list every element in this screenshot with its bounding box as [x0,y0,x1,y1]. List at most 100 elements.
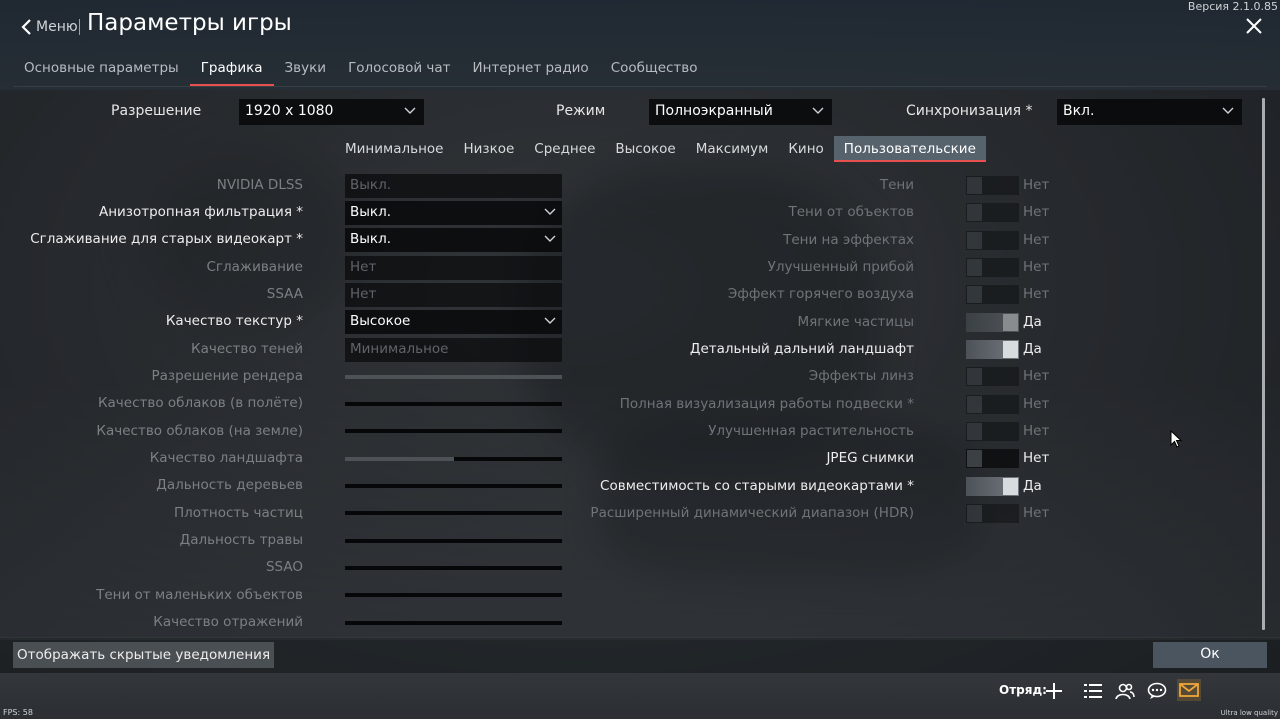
tab-general[interactable]: Основные параметры [13,56,190,86]
ssaa-field: Нет [345,283,562,307]
dlss-label: NVIDIA DLSS [216,177,303,193]
toggle-value: Нет [1023,450,1050,466]
toggle-knob [967,286,982,303]
chevron-down-icon [1222,107,1234,114]
toggle-knob [1003,341,1018,358]
toggle-value: Нет [1023,505,1050,521]
tab-internet-radio[interactable]: Интернет радио [462,56,600,86]
toggle-label: Детальный дальний ландшафт [689,341,914,357]
tab-graphics[interactable]: Графика [189,56,274,86]
toggle-switch [966,231,1019,250]
resolution-select[interactable]: 1920 x 1080 [239,99,424,125]
preset-max[interactable]: Максимум [686,136,779,162]
toggle-value: Нет [1023,368,1050,384]
preset-low[interactable]: Низкое [453,136,524,162]
toggle-value: Нет [1023,396,1050,412]
toggle-label: Полная визуализация работы подвески * [619,396,914,412]
version-label: Версия 2.1.0.85 [1187,0,1278,13]
particles-label: Плотность частиц [173,505,303,521]
preset-custom[interactable]: Пользовательские [833,136,986,162]
scrollbar[interactable] [1262,98,1265,630]
toggle-label: Мягкие частицы [797,314,914,330]
preset-movie[interactable]: Кино [778,136,833,162]
toggle-switch [966,258,1019,277]
ssao-label: SSAO [265,559,303,575]
toggle-value: Да [1023,341,1042,357]
chevron-down-icon [544,317,556,324]
toggle-label: Тени [879,177,914,193]
preset-minimal[interactable]: Минимальное [335,136,453,162]
reflections-label: Качество отражений [153,614,303,630]
toggle-label: Тени на эффектах [783,232,914,248]
clouds-air-label: Качество облаков (в полёте) [97,395,303,411]
mail-icon [1179,683,1199,697]
toggle-label: JPEG снимки [826,450,914,466]
trees-slider [345,484,562,488]
aniso-value: Выкл. [350,204,391,220]
aniso-select[interactable]: Выкл. [345,201,562,225]
aa-value: Нет [350,259,377,275]
mail-button[interactable] [1177,679,1201,701]
render-res-slider [345,375,562,379]
chat-icon[interactable] [1147,681,1167,701]
toggle-switch[interactable] [966,340,1019,359]
clouds-ground-slider [345,429,562,433]
list-icon[interactable] [1083,681,1103,701]
textures-value: Высокое [350,313,411,329]
plus-icon[interactable] [1044,681,1064,701]
grass-label: Дальность травы [179,532,303,548]
aniso-label: Анизотропная фильтрация * [98,204,303,220]
textures-select[interactable]: Высокое [345,310,562,334]
toggle-switch [966,367,1019,386]
shadows-quality-value: Минимальное [350,341,449,357]
toggle-label: Совместимость со старыми видеокартами * [600,478,914,494]
toggle-knob [967,396,982,413]
vsync-select[interactable]: Вкл. [1057,99,1242,125]
toggle-switch [966,395,1019,414]
toggle-label: Тени от объектов [788,204,914,220]
chevron-down-icon [812,107,824,114]
preset-medium[interactable]: Среднее [524,136,605,162]
toggle-knob [967,505,982,522]
clouds-air-slider [345,402,562,406]
vsync-label: Синхронизация * [906,103,1033,119]
landscape-slider [345,457,562,461]
toggle-value: Да [1023,478,1042,494]
ssaa-value: Нет [350,286,377,302]
toggle-knob [1003,478,1018,495]
aa-field: Нет [345,256,562,280]
toggle-switch [966,203,1019,222]
show-hidden-notifications-button[interactable]: Отображать скрытые уведомления [13,642,275,668]
toggle-label: Улучшенный прибой [767,259,914,275]
toggle-label: Эффект горячего воздуха [727,286,914,302]
tab-community[interactable]: Сообщество [600,56,709,86]
contacts-icon[interactable] [1115,681,1135,701]
mode-select[interactable]: Полноэкранный [649,99,832,125]
shadows-quality-label: Качество теней [190,341,303,357]
close-icon [1246,18,1262,34]
aa-old-select[interactable]: Выкл. [345,228,562,252]
toggle-label: Расширенный динамический диапазон (HDR) [590,505,914,521]
back-label: Меню [36,19,78,35]
dlss-field: Выкл. [345,174,562,198]
grass-slider [345,539,562,543]
toggle-switch[interactable] [966,449,1019,468]
quality-indicator: Ultra low quality [1220,709,1278,717]
dlss-value: Выкл. [350,177,391,193]
toggle-switch [966,176,1019,195]
small-shadows-slider [345,593,562,597]
toggle-knob [967,204,982,221]
resolution-label: Разрешение [111,103,202,119]
landscape-label: Качество ландшафта [149,450,303,466]
ok-button[interactable]: Ок [1153,642,1267,668]
toggle-switch [966,285,1019,304]
close-button[interactable] [1245,17,1263,35]
back-button[interactable]: Меню [20,14,78,40]
toggle-value: Нет [1023,259,1050,275]
tab-voice-chat[interactable]: Голосовой чат [337,56,461,86]
tab-sound[interactable]: Звуки [274,56,338,86]
preset-high[interactable]: Высокое [605,136,685,162]
settings-tabs: Основные параметры Графика Звуки Голосов… [13,56,709,86]
toggle-switch[interactable] [966,477,1019,496]
header-separator [79,19,80,35]
